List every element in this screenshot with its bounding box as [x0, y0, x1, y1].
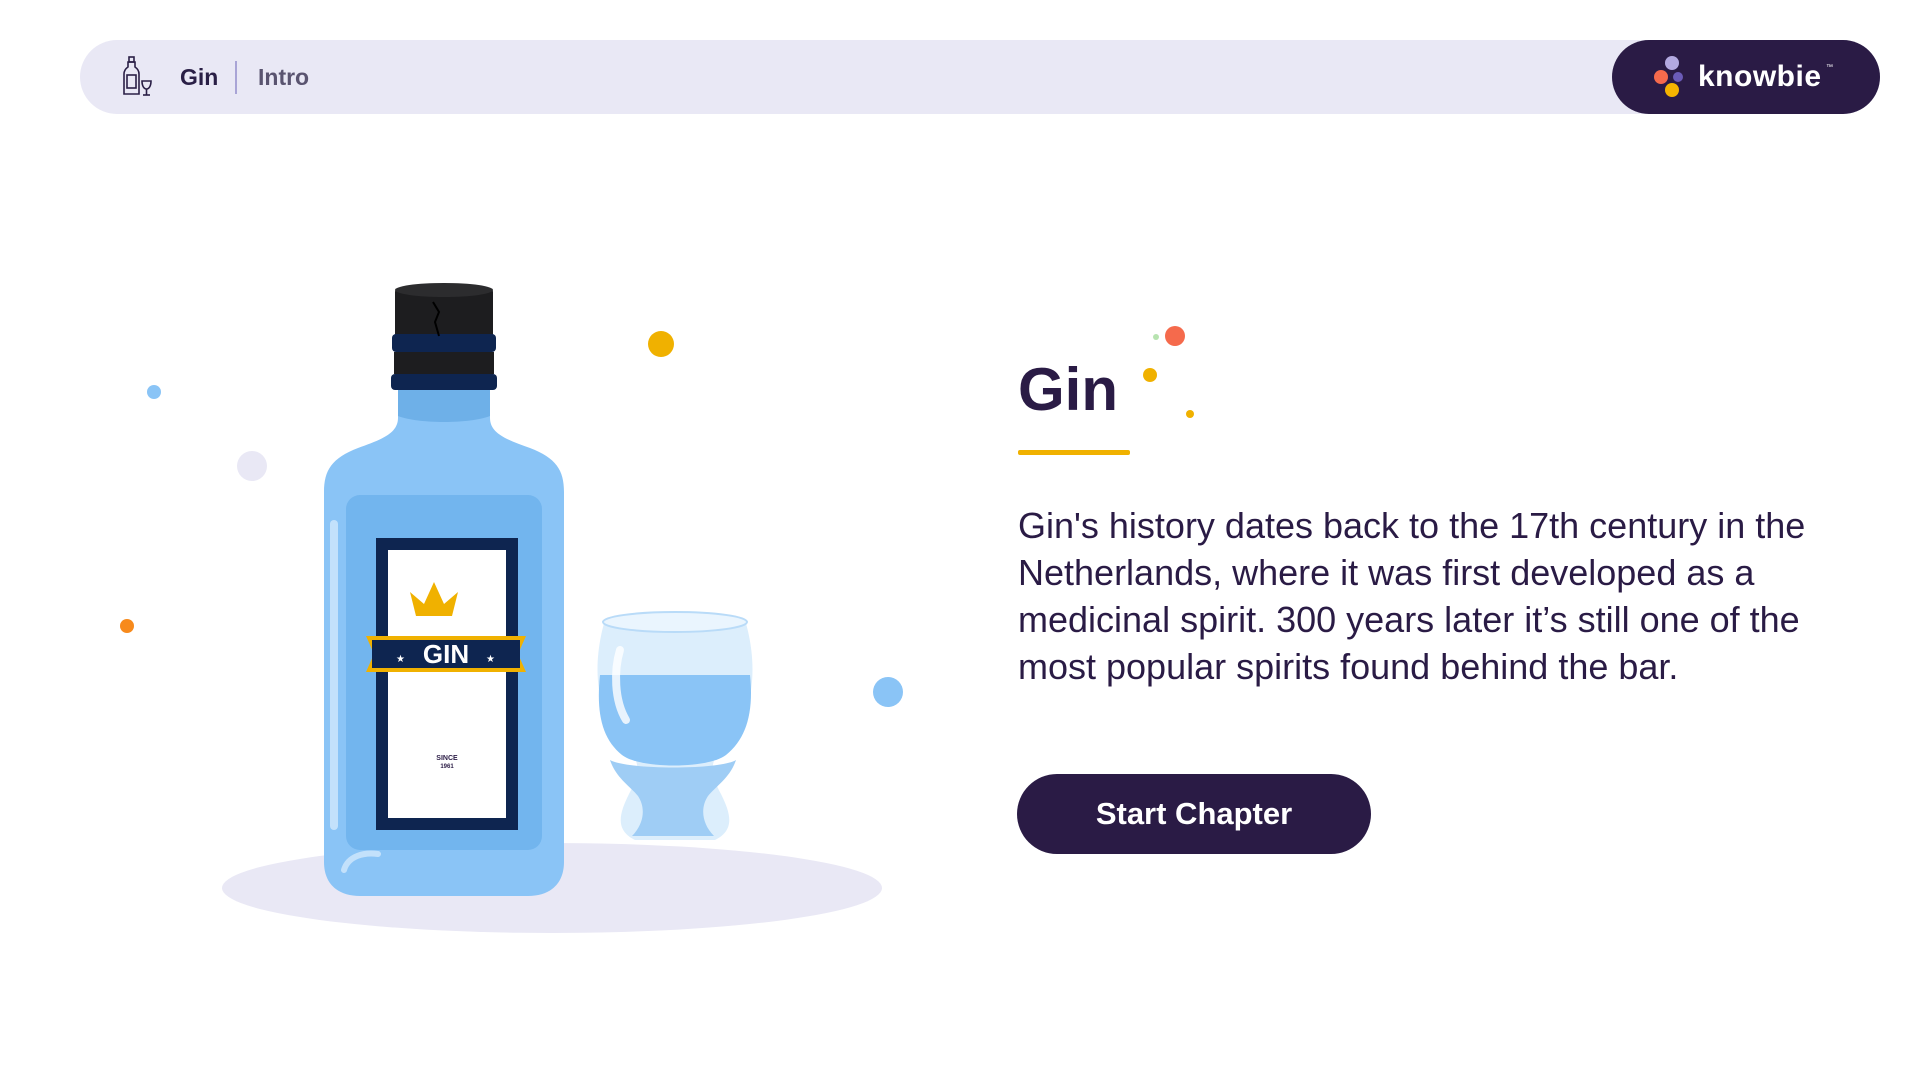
- svg-text:★: ★: [396, 654, 405, 665]
- decor-dot: [873, 677, 903, 707]
- decor-dot: [147, 385, 161, 399]
- decor-dot: [648, 331, 674, 357]
- bottle-label-text: GIN: [423, 639, 469, 669]
- chapter-title: Gin: [1018, 356, 1118, 423]
- chapter-description: Gin's history dates back to the 17th cen…: [1018, 505, 1806, 687]
- svg-text:★: ★: [486, 654, 495, 665]
- title-underline: [1018, 450, 1130, 455]
- page: Gin Intro knowbie ™ GIN ★ ★ SINCE 1961 G…: [0, 0, 1920, 1080]
- title-decor-dots: [1143, 326, 1194, 418]
- breadcrumb-divider: [235, 61, 237, 94]
- gin-bottle: GIN ★ ★ SINCE 1961: [324, 390, 564, 896]
- breadcrumb-section: Intro: [258, 63, 310, 90]
- bottle-label-since: SINCE: [436, 755, 458, 762]
- bottle-label-year: 1961: [440, 764, 454, 770]
- top-bar: Gin Intro knowbie ™: [80, 40, 1880, 114]
- breadcrumb-course[interactable]: Gin: [180, 40, 218, 114]
- bottle-glass-icon: [120, 40, 156, 114]
- start-chapter-button[interactable]: Start Chapter: [1017, 774, 1371, 854]
- bottle-cap: [391, 283, 497, 390]
- decor-dot: [120, 619, 134, 633]
- decor-dot: [237, 451, 267, 481]
- brand-trademark: ™: [1826, 64, 1833, 71]
- gin-glass: [597, 611, 753, 840]
- brand-badge[interactable]: knowbie ™: [1612, 40, 1880, 114]
- gin-illustration: GIN ★ ★ SINCE 1961: [120, 283, 903, 933]
- knowbie-logo-icon: [1654, 56, 1683, 97]
- brand-name: knowbie: [1698, 60, 1822, 93]
